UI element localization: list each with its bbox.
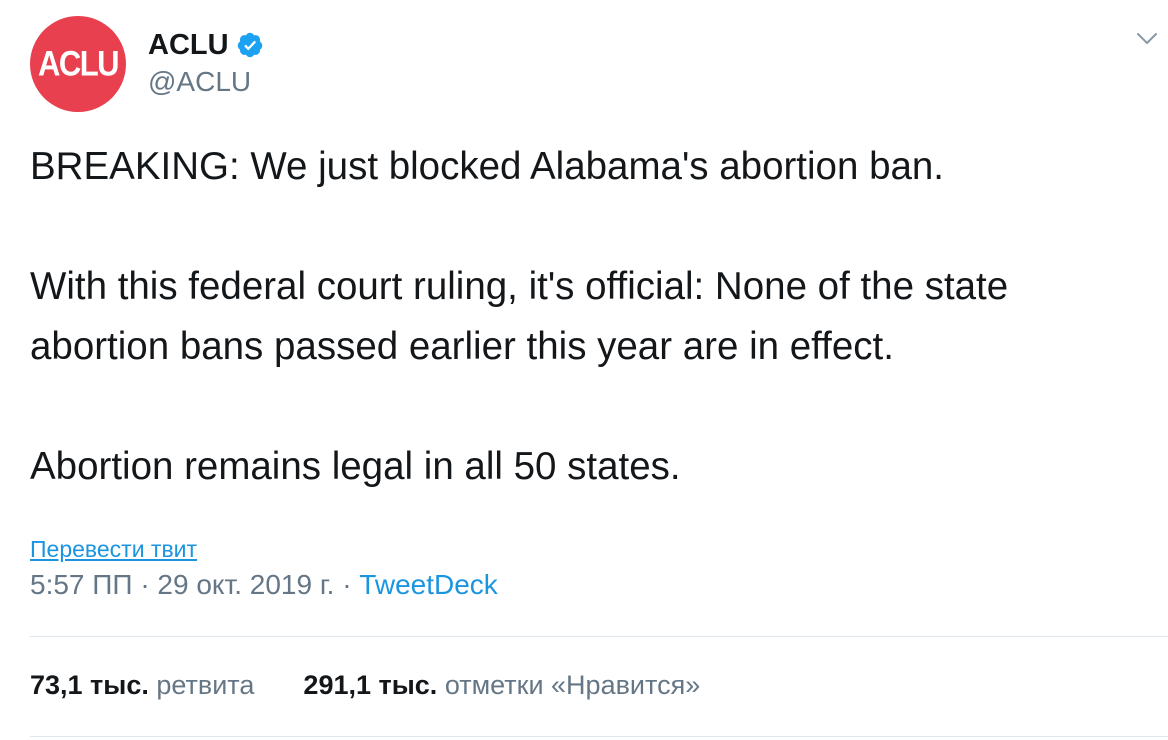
translate-tweet-link[interactable]: Перевести твит (30, 536, 197, 563)
avatar[interactable]: ACLU (30, 16, 126, 112)
tweet-paragraph: BREAKING: We just blocked Alabama's abor… (30, 145, 944, 188)
tweet-paragraph: With this federal court ruling, it's off… (30, 265, 1009, 368)
meta-separator: · (342, 569, 352, 600)
author-handle[interactable]: @ACLU (148, 66, 251, 98)
author-name-row: ACLU (148, 28, 264, 62)
tweet-text: BREAKING: We just blocked Alabama's abor… (30, 137, 1150, 497)
divider (30, 736, 1168, 737)
retweets-count: 73,1 тыс. (30, 670, 149, 700)
chevron-down-icon[interactable] (1136, 32, 1158, 46)
tweet-source-link[interactable]: TweetDeck (359, 569, 498, 600)
tweet-date[interactable]: 29 окт. 2019 г. (157, 569, 334, 600)
tweet-paragraph: Abortion remains legal in all 50 states. (30, 445, 681, 488)
likes-label: отметки «Нравится» (444, 670, 701, 700)
meta-separator: · (140, 569, 150, 600)
author-name[interactable]: ACLU (148, 29, 229, 62)
tweet-stats: 73,1 тыс. ретвита 291,1 тыс. отметки «Нр… (30, 670, 700, 701)
likes-stat[interactable]: 291,1 тыс. отметки «Нравится» (303, 670, 700, 700)
divider (30, 636, 1168, 637)
retweets-stat[interactable]: 73,1 тыс. ретвита (30, 670, 262, 700)
tweet-time[interactable]: 5:57 ПП (30, 569, 133, 600)
tweet-metadata: 5:57 ПП · 29 окт. 2019 г. · TweetDeck (30, 569, 498, 601)
verified-badge-icon (237, 32, 262, 58)
avatar-logo-text: ACLU (37, 43, 120, 84)
likes-count: 291,1 тыс. (303, 670, 438, 700)
retweets-label: ретвита (156, 670, 255, 700)
